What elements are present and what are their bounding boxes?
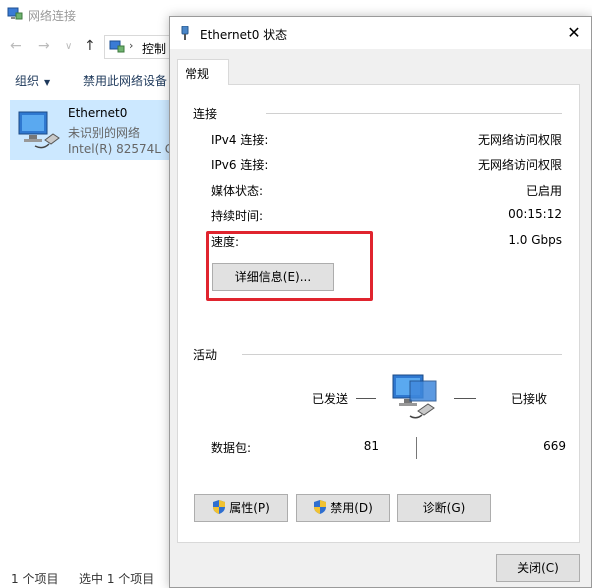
received-dash [454, 398, 476, 399]
item-status: 未识别的网络 [68, 126, 141, 140]
received-label: 已接收 [511, 392, 548, 406]
up-arrow-icon[interactable]: ↑ [84, 38, 96, 54]
item-adapter: Intel(R) 82574L Gi [68, 142, 178, 156]
address-text[interactable]: 控制 [142, 40, 166, 57]
packets-label: 数据包: [211, 441, 252, 455]
dropdown-arrow-icon: ▼ [44, 78, 51, 87]
dialog-title: Ethernet0 状态 [200, 28, 288, 42]
chevron-right-icon[interactable]: › [129, 39, 133, 52]
packets-divider [416, 437, 417, 459]
properties-label: 属性(P) [229, 501, 270, 515]
organize-menu[interactable]: 组织 ▼ [15, 72, 50, 89]
duration-label: 持续时间: [211, 209, 264, 223]
ipv4-value: 无网络访问权限 [477, 133, 562, 147]
packets-received-value: 669 [543, 439, 566, 453]
packets-sent-value: 81 [363, 439, 379, 453]
item-name: Ethernet0 [68, 106, 128, 120]
shield-icon [314, 500, 327, 514]
forward-arrow-icon[interactable]: → [38, 38, 50, 54]
ethernet-list-item[interactable]: Ethernet0 未识别的网络 Intel(R) 82574L Gi [10, 100, 177, 160]
network-icon [7, 7, 23, 20]
control-panel-icon [109, 40, 125, 53]
sent-dash [356, 398, 376, 399]
tab-general[interactable]: 常规 [177, 59, 229, 85]
item-count: 1 个项目 [11, 572, 59, 586]
shield-icon [213, 500, 226, 514]
tab-general-label: 常规 [185, 67, 210, 81]
ipv4-label: IPv4 连接: [211, 133, 269, 147]
ipv6-label: IPv6 连接: [211, 158, 269, 172]
media-state-value: 已启用 [525, 184, 562, 198]
activity-header: 活动 [193, 348, 218, 362]
close-button[interactable]: 关闭(C) [496, 554, 580, 582]
properties-button[interactable]: 属性(P) [194, 494, 288, 522]
media-state-label: 媒体状态: [211, 184, 264, 198]
disable-button[interactable]: 禁用(D) [296, 494, 390, 522]
activity-divider [242, 354, 562, 355]
recent-chevron-icon[interactable]: ∨ [65, 41, 72, 52]
dialog-titlebar: Ethernet0 状态 ✕ [170, 17, 591, 49]
selected-count: 选中 1 个项目 [79, 572, 155, 586]
ethernet-status-dialog: Ethernet0 状态 ✕ 常规 连接 IPv4 连接: 无网络访问权限 IP… [169, 16, 592, 588]
ethernet-adapter-icon [18, 111, 60, 149]
diagnose-button[interactable]: 诊断(G) [397, 494, 491, 522]
connection-header: 连接 [193, 107, 218, 121]
disable-device-button[interactable]: 禁用此网络设备 [83, 72, 167, 89]
organize-label: 组织 [15, 74, 40, 88]
ethernet-plug-icon [181, 26, 189, 40]
close-icon[interactable]: ✕ [557, 17, 591, 49]
disable-label: 禁用(D) [330, 501, 373, 515]
speed-value: 1.0 Gbps [508, 233, 562, 247]
ipv6-value: 无网络访问权限 [477, 158, 562, 172]
explorer-statusbar: 1 个项目 选中 1 个项目 [0, 566, 180, 588]
general-panel: 连接 IPv4 连接: 无网络访问权限 IPv6 连接: 无网络访问权限 媒体状… [177, 84, 580, 543]
red-highlight-box [206, 231, 373, 301]
network-activity-icon [392, 374, 437, 419]
duration-value: 00:15:12 [508, 207, 562, 221]
sent-label: 已发送 [312, 392, 349, 406]
connection-divider [266, 113, 562, 114]
explorer-title: 网络连接 [28, 9, 77, 23]
back-arrow-icon[interactable]: ← [10, 38, 22, 54]
